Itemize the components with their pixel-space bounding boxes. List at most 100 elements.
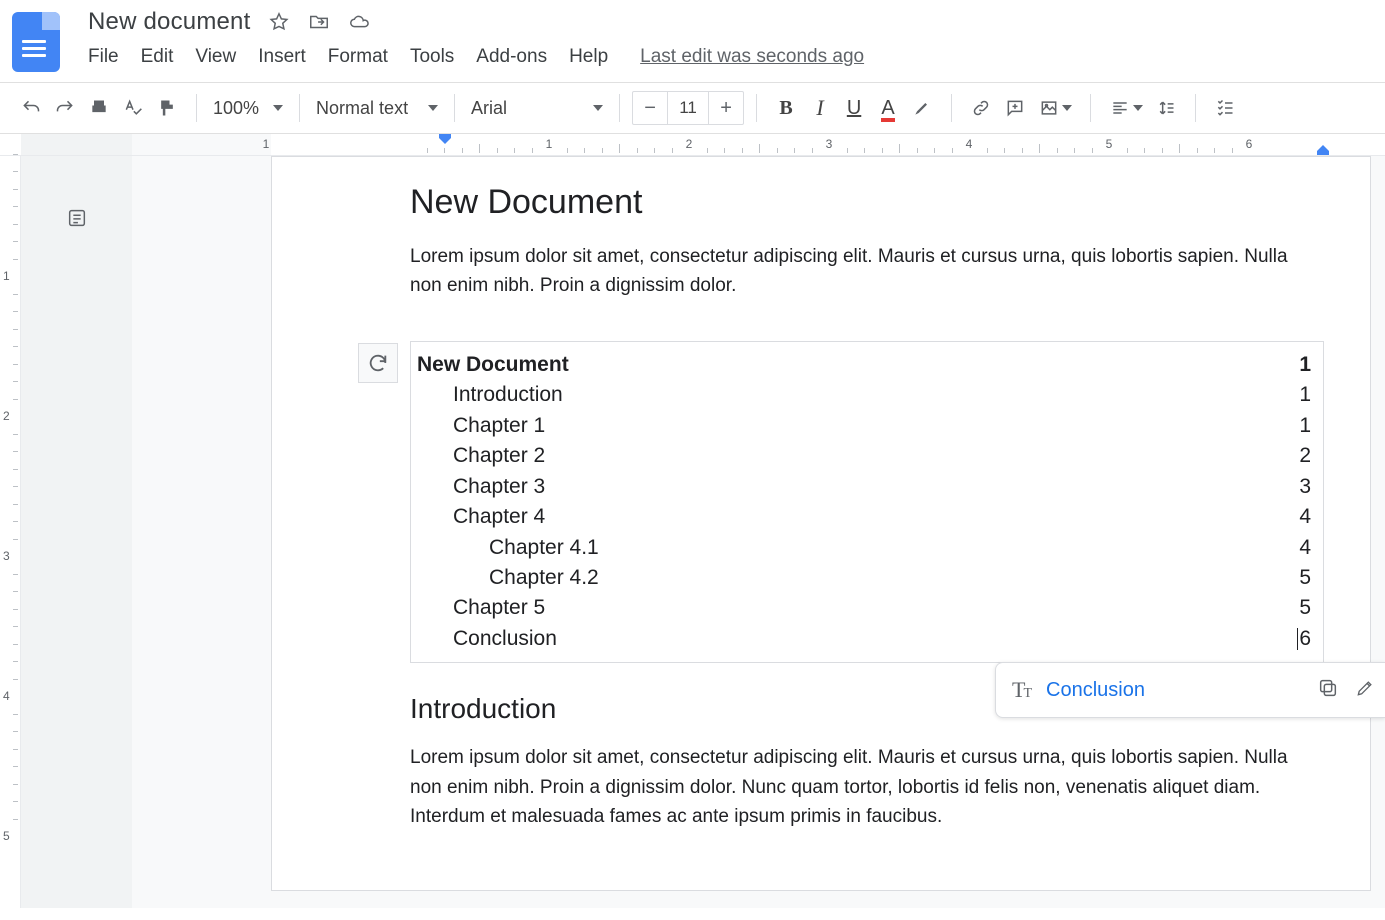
toc-entry[interactable]: New Document 1 [417, 350, 1311, 380]
line-spacing-button[interactable] [1149, 91, 1183, 125]
undo-button[interactable] [14, 91, 48, 125]
menu-edit[interactable]: Edit [141, 46, 174, 68]
toc-entry[interactable]: Chapter 55 [417, 593, 1311, 623]
toolbar: 100% Normal text Arial − 11 + B I U A [0, 82, 1385, 134]
font-size-stepper: − 11 + [632, 91, 744, 125]
doc-heading-title[interactable]: New Document [410, 183, 1290, 222]
ruler-number: 4 [966, 137, 973, 151]
ruler-number: 1 [263, 137, 270, 151]
document-page[interactable]: New Document Lorem ipsum dolor sit amet,… [271, 156, 1371, 891]
paragraph-style-value: Normal text [316, 98, 408, 119]
menu-file[interactable]: File [88, 46, 119, 68]
font-size-value[interactable]: 11 [667, 92, 709, 124]
link-preview-chip: TT Conclusion [995, 662, 1385, 718]
toc-entry[interactable]: Conclusion6 [417, 624, 1311, 654]
checklist-button[interactable] [1208, 91, 1242, 125]
ruler-number: 1 [3, 269, 10, 283]
docs-logo[interactable] [12, 12, 60, 72]
toc-entry-page: 1 [1299, 380, 1311, 410]
align-button[interactable] [1103, 91, 1149, 125]
toc-entry-label: Introduction [417, 380, 563, 410]
toc-entry-label: Chapter 5 [417, 593, 545, 623]
show-outline-button[interactable] [63, 204, 91, 232]
link-preview-text[interactable]: Conclusion [1046, 679, 1145, 702]
text-cursor [1297, 628, 1298, 650]
chevron-down-icon [593, 105, 603, 111]
highlight-button[interactable] [905, 91, 939, 125]
paragraph-style-dropdown[interactable]: Normal text [312, 98, 442, 119]
toc-entry-page: 1 [1299, 411, 1311, 441]
font-size-increase[interactable]: + [709, 97, 743, 120]
toc-entry[interactable]: Chapter 33 [417, 472, 1311, 502]
toc-entry[interactable]: Chapter 1 1 [417, 411, 1311, 441]
ruler-number: 1 [546, 137, 553, 151]
copy-link-icon[interactable] [1317, 677, 1339, 704]
toc-entry-label: Chapter 4.2 [417, 563, 599, 593]
menu-help[interactable]: Help [569, 46, 608, 68]
chevron-down-icon [1133, 105, 1143, 111]
toc-entry-label: Chapter 2 [417, 441, 545, 471]
insert-link-button[interactable] [964, 91, 998, 125]
ruler-number: 3 [826, 137, 833, 151]
menu-tools[interactable]: Tools [410, 46, 454, 68]
toc-refresh-button[interactable] [358, 343, 398, 383]
toc-entry[interactable]: Chapter 4.2 5 [417, 563, 1311, 593]
horizontal-ruler[interactable]: 1 1 2 3 4 5 6 [0, 134, 1385, 156]
ruler-number: 2 [3, 409, 10, 423]
toc-entry-label: Chapter 4.1 [417, 533, 599, 563]
text-color-button[interactable]: A [871, 91, 905, 125]
zoom-value: 100% [213, 98, 259, 119]
ruler-number: 5 [1106, 137, 1113, 151]
toc-entry-page: 5 [1299, 563, 1311, 593]
menu-view[interactable]: View [195, 46, 236, 68]
star-icon[interactable] [268, 11, 290, 33]
toc-entry-label: New Document [417, 350, 569, 380]
header-bar: New document File Edit View Insert Forma… [0, 0, 1385, 72]
menu-bar: File Edit View Insert Format Tools Add-o… [88, 46, 864, 68]
edit-link-icon[interactable] [1355, 678, 1375, 703]
cloud-status-icon[interactable] [348, 11, 370, 33]
add-comment-button[interactable] [998, 91, 1032, 125]
doc-paragraph[interactable]: Lorem ipsum dolor sit amet, consectetur … [410, 242, 1290, 301]
last-edit-link[interactable]: Last edit was seconds ago [640, 46, 864, 68]
ruler-number: 4 [3, 689, 10, 703]
print-button[interactable] [82, 91, 116, 125]
ruler-number: 6 [1246, 137, 1253, 151]
doc-paragraph[interactable]: Lorem ipsum dolor sit amet, consectetur … [410, 743, 1290, 831]
indent-marker-bottom[interactable] [1317, 145, 1329, 155]
underline-button[interactable]: U [837, 91, 871, 125]
ruler-number: 5 [3, 829, 10, 843]
indent-marker-top[interactable] [439, 134, 451, 144]
toc-entry-label: Chapter 4 [417, 502, 545, 532]
toc-entry-label: Chapter 3 [417, 472, 545, 502]
font-family-value: Arial [471, 98, 507, 119]
font-family-dropdown[interactable]: Arial [467, 98, 607, 119]
redo-button[interactable] [48, 91, 82, 125]
chevron-down-icon [428, 105, 438, 111]
toc-entry[interactable]: Chapter 22 [417, 441, 1311, 471]
document-title[interactable]: New document [88, 8, 250, 36]
toc-entry-page: 6 [1297, 624, 1311, 654]
ruler-number: 2 [686, 137, 693, 151]
font-size-decrease[interactable]: − [633, 97, 667, 120]
toc-entry-page: 1 [1299, 350, 1311, 380]
italic-button[interactable]: I [803, 91, 837, 125]
paint-format-button[interactable] [150, 91, 184, 125]
toc-entry-page: 4 [1299, 533, 1311, 563]
zoom-dropdown[interactable]: 100% [209, 98, 287, 119]
menu-format[interactable]: Format [328, 46, 388, 68]
page-canvas[interactable]: New Document Lorem ipsum dolor sit amet,… [132, 156, 1385, 908]
toc-entry[interactable]: Introduction 1 [417, 380, 1311, 410]
bold-button[interactable]: B [769, 91, 803, 125]
toc-entry[interactable]: Chapter 44 [417, 502, 1311, 532]
spellcheck-button[interactable] [116, 91, 150, 125]
toc-entry[interactable]: Chapter 4.1 4 [417, 533, 1311, 563]
menu-addons[interactable]: Add-ons [476, 46, 547, 68]
toc-entry-label: Chapter 1 [417, 411, 545, 441]
outline-sidebar [21, 156, 132, 908]
move-folder-icon[interactable] [308, 11, 330, 33]
table-of-contents[interactable]: New Document1Introduction1Chapter 11Chap… [410, 341, 1324, 663]
insert-image-button[interactable] [1032, 91, 1078, 125]
vertical-ruler[interactable]: 12345 [0, 156, 21, 908]
menu-insert[interactable]: Insert [258, 46, 306, 68]
